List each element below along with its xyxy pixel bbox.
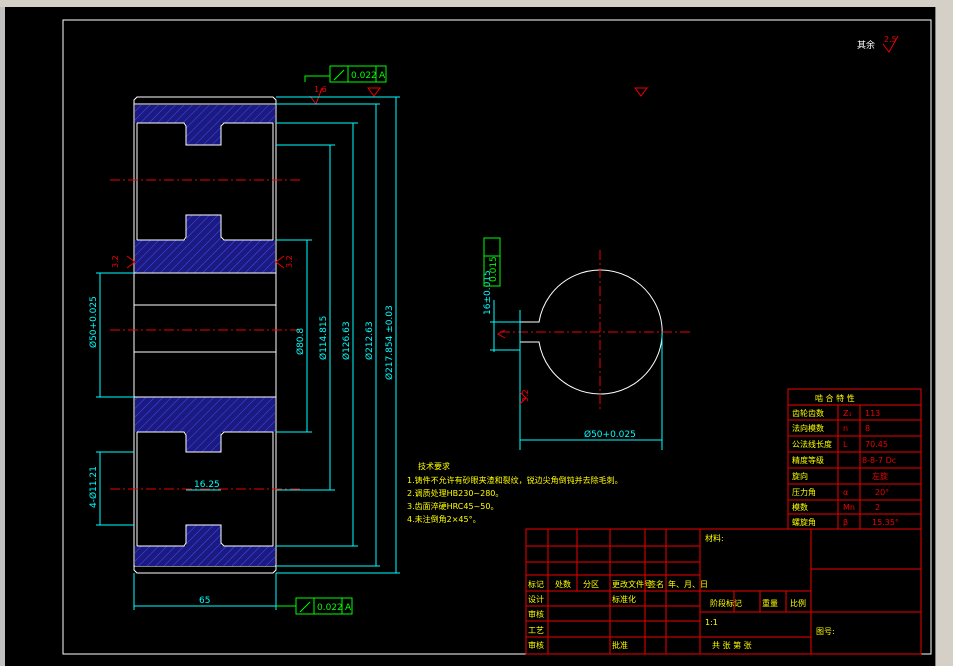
svg-text:0.015: 0.015 (489, 256, 499, 282)
svg-text:Ø50+0.025: Ø50+0.025 (88, 296, 99, 348)
svg-text:模数: 模数 (792, 502, 808, 512)
svg-text:8: 8 (865, 424, 870, 433)
svg-text:α: α (843, 488, 848, 497)
svg-text:3.2: 3.2 (285, 255, 294, 268)
svg-text:1:1: 1:1 (705, 618, 718, 627)
svg-text:65: 65 (199, 596, 210, 606)
svg-text:2.调质处理HB230~280。: 2.调质处理HB230~280。 (407, 488, 503, 498)
svg-text:年、月、日: 年、月、日 (668, 579, 708, 589)
svg-text:设计: 设计 (528, 594, 544, 604)
svg-text:Ø212.63: Ø212.63 (364, 321, 375, 360)
general-roughness: 其余 2.5 (857, 35, 899, 53)
svg-text:4-Ø11.21: 4-Ø11.21 (88, 466, 99, 508)
svg-text:重量: 重量 (762, 598, 778, 608)
svg-text:Ø80.8: Ø80.8 (295, 328, 306, 355)
svg-text:4.未注倒角2×45°。: 4.未注倒角2×45°。 (407, 514, 481, 524)
title-block: 材料: 标记 处数 分区 更改文件号 签名 年、月、日 设计 标准化 审核 工艺… (525, 528, 922, 655)
cad-drawing-canvas[interactable]: 其余 2.5 1.6 3.2 3.2 0.022 A Ø217.854 ±0.0… (0, 0, 935, 666)
svg-text:阶段标记: 阶段标记 (710, 598, 742, 608)
svg-text:113: 113 (865, 409, 880, 418)
svg-text:其余: 其余 (857, 39, 875, 51)
svg-text:Ø114.815: Ø114.815 (318, 316, 329, 360)
svg-text:L: L (843, 440, 848, 449)
svg-text:技术要求: 技术要求 (418, 461, 450, 471)
svg-text:法向模数: 法向模数 (792, 423, 824, 433)
hub-end-view: Ø50+0.025 16±0.015 0.015 3.2 (483, 237, 690, 450)
svg-text:15.35°: 15.35° (872, 518, 899, 527)
svg-text:标准化: 标准化 (612, 594, 636, 604)
vertical-scrollbar[interactable] (935, 7, 953, 666)
svg-text:标记: 标记 (528, 579, 544, 589)
svg-text:Mn: Mn (843, 503, 855, 512)
svg-text:公法线长度: 公法线长度 (792, 439, 832, 449)
svg-text:3.2: 3.2 (111, 255, 120, 268)
svg-text:审核: 审核 (528, 640, 544, 650)
svg-text:2: 2 (875, 503, 880, 512)
svg-text:Ø50+0.025: Ø50+0.025 (584, 429, 636, 440)
svg-text:0.022: 0.022 (317, 603, 343, 613)
svg-text:8-8-7 Dc: 8-8-7 Dc (862, 456, 896, 465)
svg-text:3.2: 3.2 (521, 389, 530, 402)
svg-text:分区: 分区 (583, 580, 599, 589)
svg-text:更改文件号: 更改文件号 (612, 579, 652, 589)
technical-notes: 技术要求 1.铸件不允许有砂眼夹渣和裂纹，锐边尖角倒钝并去除毛刺。 2.调质处理… (407, 461, 623, 524)
gear-dimensions: 0.022 A Ø217.854 ±0.03 Ø212.63 Ø126.63 Ø… (88, 65, 400, 615)
svg-text:工艺: 工艺 (528, 626, 544, 635)
svg-text:A: A (345, 603, 352, 613)
svg-text:批准: 批准 (612, 640, 628, 650)
svg-text:β: β (843, 518, 848, 527)
gear-parameter-table: 啮 合 特 性 齿轮齿数 Z₁ 113 法向模数 n 8 公法线长度 L 70.… (787, 388, 922, 530)
svg-text:精度等级: 精度等级 (792, 455, 824, 465)
svg-text:螺旋角: 螺旋角 (792, 517, 816, 527)
svg-text:左旋: 左旋 (872, 471, 888, 481)
svg-text:比例: 比例 (790, 598, 806, 608)
svg-text:A: A (379, 71, 386, 81)
svg-text:Ø217.854 ±0.03: Ø217.854 ±0.03 (384, 305, 395, 380)
svg-text:n: n (843, 424, 848, 433)
gear-section-view (110, 96, 300, 574)
svg-text:0.022: 0.022 (351, 71, 377, 81)
svg-text:处数: 处数 (555, 579, 571, 589)
svg-text:共 张 第 张: 共 张 第 张 (712, 640, 752, 650)
svg-text:3.齿面淬硬HRC45~50。: 3.齿面淬硬HRC45~50。 (407, 501, 498, 511)
svg-text:审核: 审核 (528, 609, 544, 619)
svg-text:啮 合 特 性: 啮 合 特 性 (815, 393, 855, 403)
svg-text:16.25: 16.25 (194, 480, 220, 490)
svg-text:齿轮齿数: 齿轮齿数 (792, 408, 824, 418)
svg-text:70.45: 70.45 (865, 440, 888, 449)
svg-text:Z₁: Z₁ (843, 409, 852, 418)
svg-text:旋向: 旋向 (792, 471, 808, 481)
svg-text:压力角: 压力角 (792, 487, 816, 497)
svg-text:Ø126.63: Ø126.63 (341, 321, 352, 360)
svg-text:材料:: 材料: (705, 533, 724, 543)
svg-text:1.铸件不允许有砂眼夹渣和裂纹，锐边尖角倒钝并去除毛刺。: 1.铸件不允许有砂眼夹渣和裂纹，锐边尖角倒钝并去除毛刺。 (407, 475, 623, 485)
svg-text:图号:: 图号: (816, 627, 835, 636)
svg-text:20°: 20° (875, 488, 889, 497)
svg-text:签名: 签名 (648, 579, 664, 589)
